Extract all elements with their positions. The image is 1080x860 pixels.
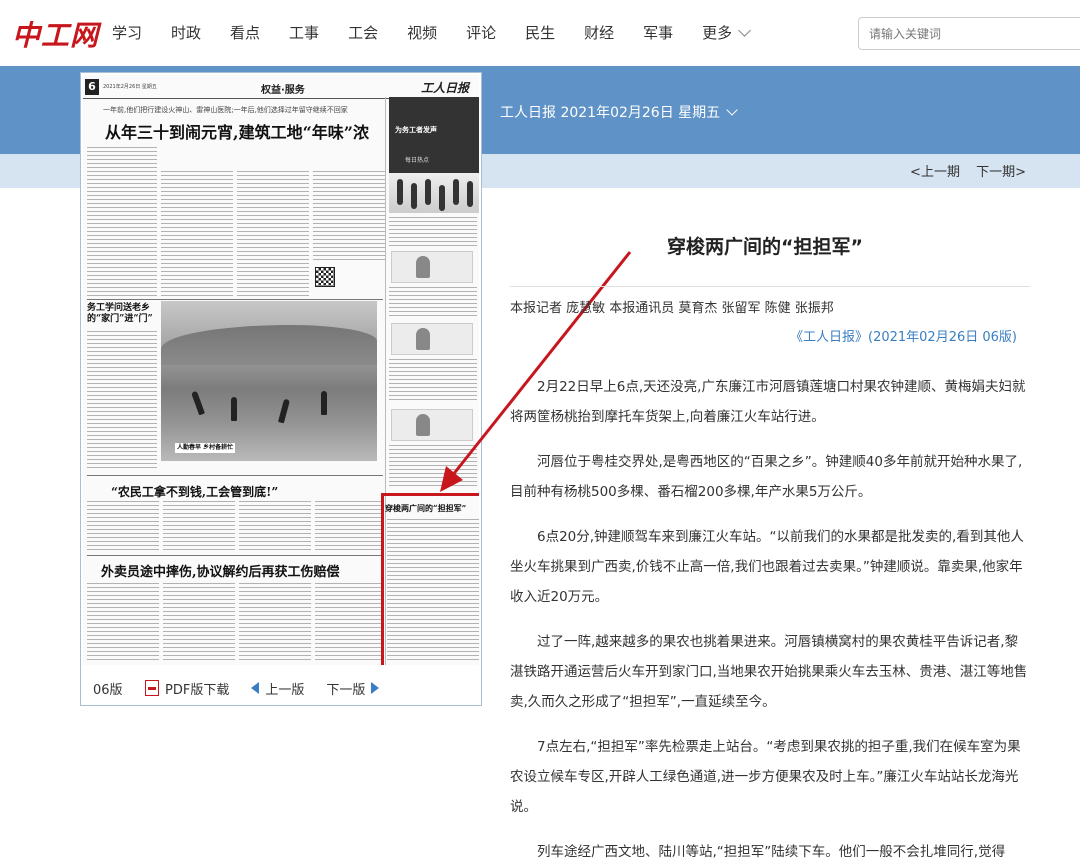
- next-page-button[interactable]: 下一版: [326, 679, 380, 698]
- brief-text-block: [389, 217, 477, 247]
- nav-item-gonghui[interactable]: 工会: [348, 22, 378, 43]
- page-headline-3: “农民工拿不到钱,工会管到底!”: [111, 485, 279, 499]
- article-text-block: [87, 331, 157, 471]
- farmers-photo: [161, 301, 377, 461]
- brief-text-block: [389, 287, 477, 319]
- brief-text-block: [389, 359, 477, 403]
- page-number: 6: [85, 79, 99, 95]
- nav-more-label: 更多: [702, 24, 733, 42]
- chevron-down-icon: [726, 104, 738, 116]
- article-paragraph: 河唇位于粤桂交界处,是粤西地区的“百果之乡”。钟建顺40多年前就开始种水果了,目…: [510, 454, 1023, 500]
- article-body: 2月22日早上6点,天还没亮,广东廉江市河唇镇莲塘口村果农钟建顺、黄梅娟夫妇就将…: [510, 372, 1030, 860]
- paper-masthead: 工人日报: [421, 81, 470, 95]
- issue-date-label: 工人日报 2021年02月26日 星期五: [500, 105, 721, 121]
- photo-caption: 人勤春早 乡村备耕忙: [175, 443, 236, 453]
- triangle-left-icon: [251, 682, 260, 694]
- article-text-block: [87, 583, 159, 663]
- article-text-block: [315, 501, 383, 553]
- side-banner-title: 为务工者发声: [395, 126, 437, 134]
- article-source-link[interactable]: 《工人日报》(2021年02月26日 06版): [790, 326, 1017, 345]
- page-number-label: 06版: [93, 682, 123, 698]
- nav-item-pinglun[interactable]: 评论: [466, 22, 496, 43]
- brief-text-block: [389, 445, 477, 489]
- side-banner-label: 每日热点: [405, 157, 430, 164]
- nav-item-more[interactable]: 更多: [702, 22, 752, 43]
- nav-item-shizheng[interactable]: 时政: [171, 22, 201, 43]
- newspaper-page-viewer: 6 2021年2月26日 星期五 权益·服务 工人日报 为务工者发声 每日热点 …: [80, 72, 482, 706]
- article-text-block: [87, 147, 157, 297]
- page-headline-4: 外卖员途中摔伤,协议解约后再获工伤赔偿: [101, 565, 340, 580]
- nav-item-kandian[interactable]: 看点: [230, 22, 260, 43]
- issue-pager: <上一期 下一期>: [898, 161, 1026, 180]
- article-text-block: [163, 583, 235, 663]
- article-paragraph: 2月22日早上6点,天还没亮,广东廉江市河唇镇莲塘口村果农钟建顺、黄梅娟夫妇就将…: [510, 379, 1026, 425]
- page-header: 6 2021年2月26日 星期五 权益·服务 工人日报: [83, 77, 479, 99]
- title-divider: [510, 286, 1030, 287]
- page-section: 权益·服务: [261, 85, 305, 96]
- article-text-block: [313, 171, 385, 263]
- nav-item-minsheng[interactable]: 民生: [525, 22, 555, 43]
- article-title: 穿梭两广间的“担担军”: [667, 236, 863, 258]
- nav-item-junshi[interactable]: 军事: [643, 22, 673, 43]
- newspaper-page-image[interactable]: 6 2021年2月26日 星期五 权益·服务 工人日报 为务工者发声 每日热点 …: [83, 75, 479, 665]
- prev-page-button[interactable]: 上一版: [251, 679, 304, 698]
- article-text-block: [161, 171, 233, 297]
- prev-page-label: 上一版: [265, 682, 305, 698]
- next-issue-link[interactable]: 下一期>: [976, 165, 1026, 180]
- issue-date-selector[interactable]: 工人日报 2021年02月26日 星期五: [500, 102, 738, 122]
- top-navbar: 中工网 学习 时政 看点 工事 工会 视频 评论 民生 财经 军事 更多: [0, 0, 1080, 66]
- search-input[interactable]: [858, 17, 1080, 50]
- section-divider: [87, 555, 383, 556]
- triangle-right-icon: [371, 682, 380, 694]
- pdf-icon: [145, 680, 159, 696]
- article-text-block: [315, 583, 383, 663]
- page-date: 2021年2月26日 星期五: [103, 84, 157, 90]
- nav-item-xuexi[interactable]: 学习: [112, 22, 142, 43]
- section-divider: [87, 299, 383, 300]
- highlighted-article-box[interactable]: [381, 493, 479, 665]
- next-page-label: 下一版: [326, 682, 366, 698]
- nav-item-gongshi[interactable]: 工事: [289, 22, 319, 43]
- article-paragraph: 过了一阵,越来越多的果农也挑着果进来。河唇镇横窝村的果农黄桂平告诉记者,黎湛铁路…: [510, 634, 1028, 710]
- section-divider: [87, 475, 383, 476]
- site-logo[interactable]: 中工网: [12, 14, 99, 54]
- nav-item-shipin[interactable]: 视频: [407, 22, 437, 43]
- page-subheadline: 一年前,他们把行建设火神山、雷神山医院;一年后,他们选择过年留守继续不回家: [103, 106, 348, 114]
- page-toolbar: 06版 PDF版下载 上一版 下一版: [83, 673, 479, 703]
- article-text-block: [163, 501, 235, 553]
- page-headline-2: 务工学问送老乡的“家门”进“门”: [87, 303, 153, 324]
- page-headline: 从年三十到闹元宵,建筑工地“年味”浓: [105, 123, 369, 142]
- brief-illustration: [391, 323, 473, 355]
- side-banner: [389, 97, 479, 173]
- prev-issue-link[interactable]: <上一期: [910, 165, 960, 180]
- article-text-block: [87, 501, 159, 553]
- article-paragraph: 7点左右,“担担军”率先检票走上站台。“考虑到果农挑的担子重,我们在候车室为果农…: [510, 739, 1021, 815]
- article-text-block: [239, 583, 311, 663]
- pdf-download-label: PDF版下载: [165, 682, 230, 698]
- chevron-down-icon: [738, 23, 752, 37]
- article-paragraph: 6点20分,钟建顺驾车来到廉江火车站。“以前我们的水果都是批发卖的,看到其他人坐…: [510, 529, 1024, 605]
- article-text-block: [239, 501, 311, 553]
- brief-illustration: [391, 251, 473, 283]
- microphones-illustration: [389, 173, 479, 213]
- article-text-block: [237, 171, 309, 297]
- nav-item-caijing[interactable]: 财经: [584, 22, 614, 43]
- article-byline: 本报记者 庞慧敏 本报通讯员 莫育杰 张留军 陈健 张振邦: [510, 301, 834, 316]
- qr-code-icon: [315, 267, 335, 287]
- article-paragraph: 列车途经广西文地、陆川等站,“担担军”陆续下车。他们一般不会扎堆同行,觉得: [537, 844, 1006, 860]
- main-nav: 学习 时政 看点 工事 工会 视频 评论 民生 财经 军事 更多: [112, 22, 778, 43]
- pdf-download-button[interactable]: PDF版下载: [145, 679, 229, 698]
- brief-illustration: [391, 409, 473, 441]
